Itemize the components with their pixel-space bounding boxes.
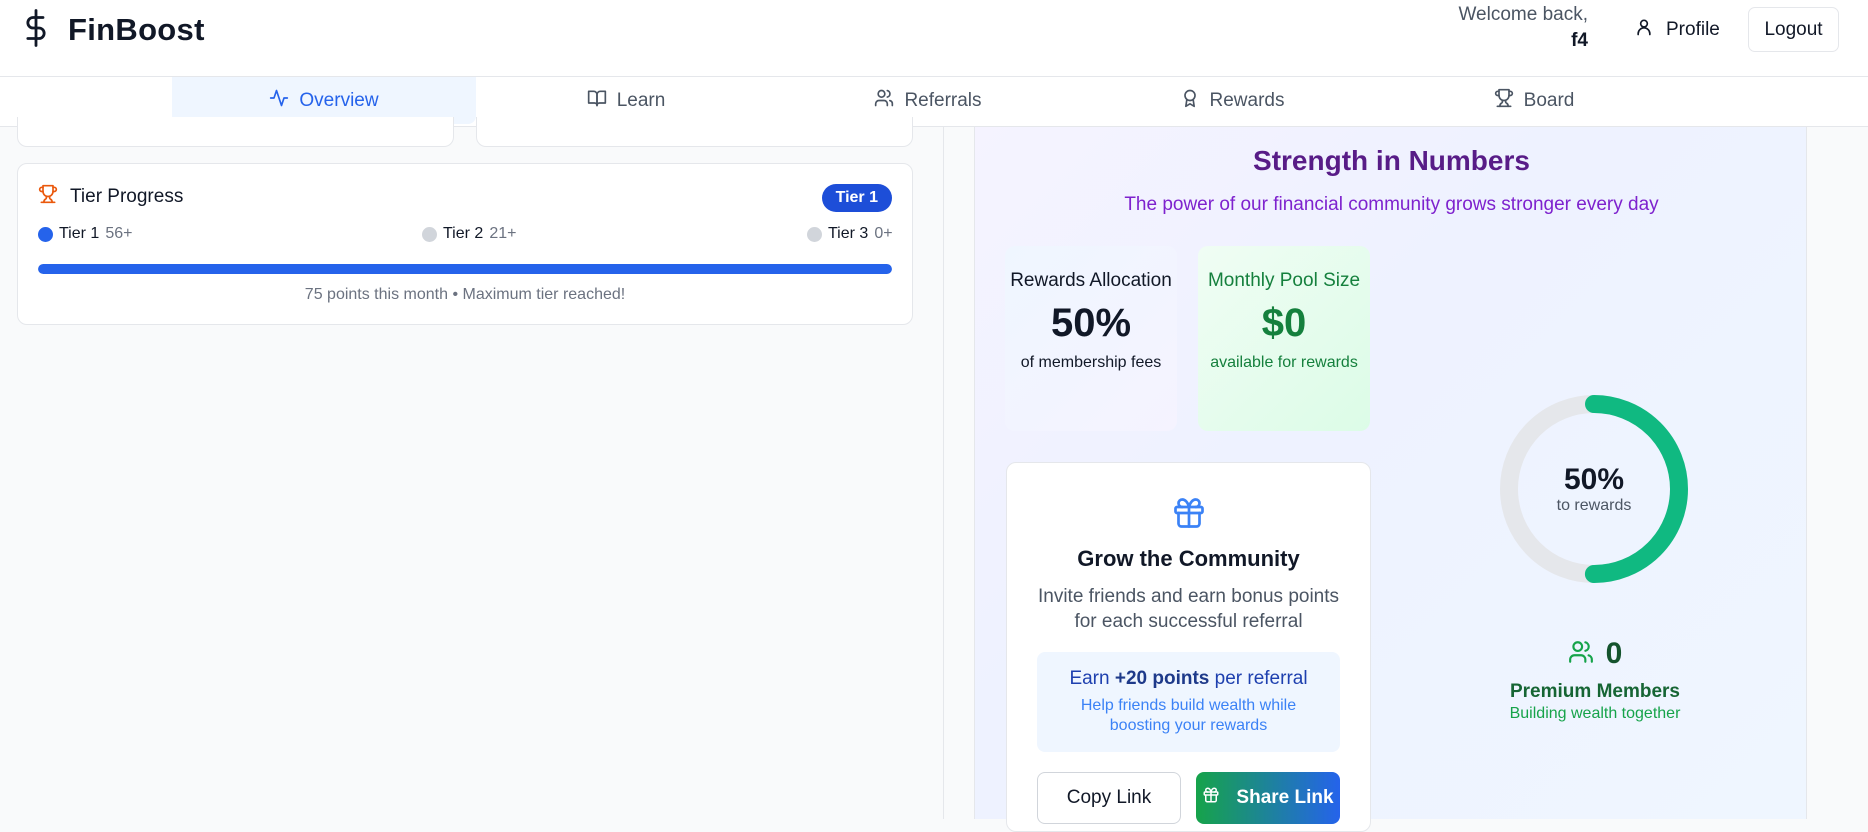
trophy-icon <box>1494 88 1514 114</box>
card-stub <box>476 117 913 147</box>
tier-badge: Tier 1 <box>821 184 892 212</box>
tier-name: Tier 1 <box>59 225 100 242</box>
grow-title: Grow the Community <box>1077 546 1300 571</box>
award-icon <box>1180 88 1200 114</box>
user-icon <box>1634 17 1654 43</box>
monthly-pool-sub: available for rewards <box>1210 354 1358 371</box>
app-header: FinBoost Welcome back, f4 Profile Logout <box>0 0 1868 77</box>
rewards-allocation-sub: of membership fees <box>1020 354 1162 371</box>
profile-label: Profile <box>1666 19 1720 40</box>
tier-name: Tier 2 <box>443 225 484 242</box>
tier-min: 0+ <box>874 225 893 242</box>
strength-title: Strength in Numbers <box>1253 145 1530 176</box>
premium-members: 0 Premium Members Building wealth togeth… <box>1475 637 1715 723</box>
grow-community-card: Grow the Community Invite friends and ea… <box>1006 462 1371 832</box>
copy-link-button[interactable]: Copy Link <box>1037 772 1181 824</box>
tier-progress-card: Tier Progress Tier 1 Tier 1 56+ Tier 2 2… <box>17 163 913 325</box>
tier-min: 56+ <box>105 225 133 242</box>
tier-note: 75 points this month • Maximum tier reac… <box>304 286 626 303</box>
share-link-label: Share Link <box>1236 787 1334 808</box>
members-count: 0 <box>1605 637 1623 670</box>
tab-label: Overview <box>299 89 379 111</box>
tier-progress-bar <box>38 264 892 274</box>
members-row: 0 <box>1475 637 1715 671</box>
tab-label: Referrals <box>904 89 982 111</box>
members-sub: Building wealth together <box>1509 705 1681 722</box>
strength-subtitle: The power of our financial community gro… <box>1124 194 1659 215</box>
members-label: Premium Members <box>1509 681 1680 702</box>
donut-label: to rewards <box>1556 497 1632 514</box>
share-link-button[interactable]: Share Link <box>1196 772 1340 824</box>
donut-value: 50% <box>1563 463 1625 496</box>
column-divider <box>943 127 944 819</box>
tier-step: Tier 1 56+ <box>38 225 132 243</box>
earn-suffix: per referral <box>1209 668 1308 689</box>
profile-button[interactable]: Profile <box>1622 9 1732 51</box>
tab-board[interactable]: Board <box>1384 77 1684 124</box>
trophy-icon <box>38 184 58 210</box>
dollar-icon <box>22 8 50 53</box>
rewards-allocation-card: Rewards Allocation 50% of membership fee… <box>1005 246 1177 431</box>
username: f4 <box>1571 30 1588 51</box>
welcome-text: Welcome back, <box>1458 4 1588 25</box>
tab-label: Board <box>1523 89 1575 111</box>
tab-rewards[interactable]: Rewards <box>1080 77 1384 124</box>
users-icon <box>1568 639 1594 670</box>
rewards-allocation-label: Rewards Allocation <box>1010 270 1172 291</box>
book-open-icon <box>587 88 607 114</box>
rewards-donut: 50% to rewards <box>1498 393 1690 585</box>
logout-button[interactable]: Logout <box>1748 7 1839 52</box>
tier-min: 21+ <box>489 225 517 242</box>
tier-step: Tier 3 0+ <box>807 225 893 243</box>
tier-progress-title: Tier Progress <box>38 184 183 210</box>
tier-dot <box>38 226 53 242</box>
left-column: Tier Progress Tier 1 Tier 1 56+ Tier 2 2… <box>0 117 943 819</box>
activity-icon <box>269 88 289 114</box>
monthly-pool-value: $0 <box>1261 301 1307 345</box>
tier-name: Tier 3 <box>828 225 869 242</box>
tier-dot <box>807 226 822 242</box>
tier-step: Tier 2 21+ <box>422 225 516 243</box>
tier-progress-fill <box>38 264 892 274</box>
tier-title-label: Tier Progress <box>70 186 184 207</box>
tab-label: Learn <box>616 89 666 111</box>
tab-label: Rewards <box>1209 89 1285 111</box>
strength-panel: Strength in Numbers The power of our fin… <box>974 127 1807 832</box>
gift-icon <box>1171 495 1207 536</box>
earn-text: Earn +20 points per referral <box>1037 668 1340 690</box>
rewards-allocation-value: 50% <box>1050 301 1132 345</box>
monthly-pool-card: Monthly Pool Size $0 available for rewar… <box>1198 246 1370 431</box>
earn-sub: Help friends build wealth while boosting… <box>1080 697 1297 734</box>
grow-description: Invite friends and earn bonus points for… <box>1037 586 1340 632</box>
monthly-pool-label: Monthly Pool Size <box>1207 270 1361 291</box>
gift-icon <box>1202 786 1220 810</box>
earn-points: +20 points <box>1114 668 1210 689</box>
earn-prefix: Earn <box>1069 668 1115 689</box>
welcome-block: Welcome back, f4 <box>1458 2 1588 54</box>
tier-dot <box>422 226 437 242</box>
donut-center: 50% to rewards <box>1498 393 1690 585</box>
earn-box: Earn +20 points per referral Help friend… <box>1037 652 1340 752</box>
brand[interactable]: FinBoost <box>22 8 205 53</box>
card-stub <box>17 117 454 147</box>
brand-name: FinBoost <box>68 12 205 47</box>
users-icon <box>874 88 894 114</box>
